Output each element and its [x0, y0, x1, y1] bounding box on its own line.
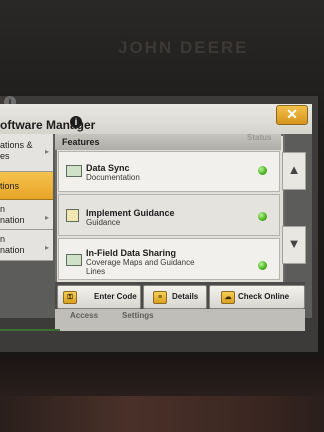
feature-title: Implement Guidance — [86, 208, 175, 218]
feature-subtitle: Documentation — [86, 173, 140, 182]
close-button[interactable]: ✕ — [276, 105, 308, 125]
feature-row-in-field-data-sharing[interactable]: In-Field Data Sharing Coverage Maps and … — [58, 238, 280, 280]
enter-code-button[interactable]: ⚿ Enter Code — [57, 285, 141, 309]
data-sync-icon — [66, 165, 82, 177]
nav-item-label: n nation — [0, 204, 25, 225]
feature-title: Data Sync — [86, 163, 130, 173]
scroll-up-button[interactable]: ▲ — [282, 152, 306, 190]
feature-subtitle: Guidance — [86, 218, 121, 227]
implement-guidance-icon — [66, 209, 79, 222]
nav-item-label: ations & es — [0, 140, 33, 161]
document-icon: ≡ — [153, 291, 167, 304]
status-green-icon — [258, 261, 267, 270]
cab-floor — [0, 396, 324, 432]
nav-item-information-2[interactable]: n nation ▸ — [0, 230, 53, 261]
taskbar-settings[interactable]: Settings — [122, 311, 154, 320]
scroll-down-button[interactable]: ▼ — [282, 226, 306, 264]
brand-logo-text: JOHN DEERE — [118, 38, 249, 57]
nav-item-label: n nation — [0, 234, 25, 255]
check-online-label: Check Online — [238, 292, 290, 301]
feature-row-data-sync[interactable]: Data Sync Documentation — [58, 151, 280, 192]
details-button[interactable]: ≡ Details — [143, 285, 207, 309]
status-accent-line — [0, 329, 60, 331]
status-column-header: Status — [247, 133, 272, 142]
left-nav: ations & es ▸ tions n nation ▸ n nation … — [0, 134, 53, 284]
feature-title: In-Field Data Sharing — [86, 248, 177, 258]
taskbar-access[interactable]: Access — [70, 311, 98, 320]
key-icon: ⚿ — [63, 291, 77, 304]
status-green-icon — [258, 166, 267, 175]
chevron-right-icon: ▸ — [44, 243, 49, 252]
chevron-right-icon: ▸ — [44, 147, 49, 156]
details-label: Details — [172, 292, 199, 301]
enter-code-label: Enter Code — [94, 292, 137, 301]
chevron-right-icon: ▸ — [44, 213, 49, 222]
status-green-icon — [258, 212, 267, 221]
nav-item-label: tions — [0, 181, 20, 191]
nav-item-registrations[interactable]: ations & es ▸ — [0, 134, 53, 172]
feature-subtitle: Coverage Maps and Guidance Lines — [86, 258, 195, 276]
feature-row-implement-guidance[interactable]: Implement Guidance Guidance — [58, 194, 280, 236]
data-sharing-icon — [66, 254, 82, 266]
nav-item-information-1[interactable]: n nation ▸ — [0, 200, 53, 230]
title-info-icon[interactable]: i — [70, 116, 82, 128]
cloud-download-icon: ☁ — [221, 291, 235, 304]
features-column-header: Features — [62, 137, 100, 147]
nav-item-applications[interactable]: tions — [0, 172, 53, 200]
check-online-button[interactable]: ☁ Check Online — [209, 285, 305, 309]
